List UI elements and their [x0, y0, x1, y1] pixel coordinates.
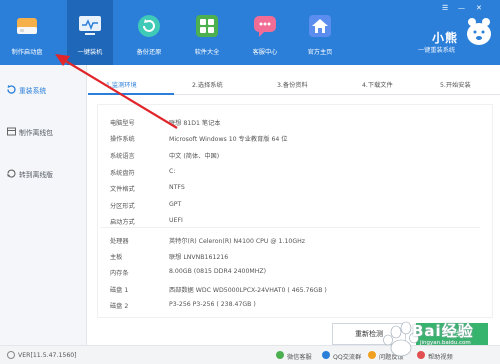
info-value: Microsoft Windows 10 专业教育版 64 位: [169, 136, 288, 143]
step-2: 2.选择系统: [174, 75, 259, 95]
sidebar-item-reinstall[interactable]: 重装系统: [0, 77, 87, 103]
step-4: 4.下载文件: [344, 75, 424, 95]
info-row: 系统盘符 C:: [100, 168, 490, 180]
sidebar-item-label: 重装系统: [19, 87, 47, 95]
nav-one-click-install[interactable]: 一键装机: [67, 0, 113, 65]
info-row: 处理器 英特尔(R) Celeron(R) N4100 CPU @ 1.10GHz: [100, 236, 490, 248]
info-value: 联想 LNVNB161216: [169, 254, 229, 261]
info-value: 英特尔(R) Celeron(R) N4100 CPU @ 1.10GHz: [169, 238, 306, 245]
step-label: 5.开始安装: [440, 82, 471, 89]
nav-label: 官方主页: [307, 49, 333, 56]
sidebar: 重装系统 制作离线包 转到离线版: [0, 65, 87, 345]
step-3: 3.备份资料: [259, 75, 344, 95]
info-row: 文件格式 NTFS: [100, 184, 490, 196]
nav-backup-restore[interactable]: 备份还原: [126, 0, 172, 65]
info-value: GPT: [169, 201, 182, 208]
package-icon: [7, 127, 16, 136]
info-row: 内存条 8.00GB (0815 DDR4 2400MHZ): [100, 268, 490, 280]
progress-steps: 1.监测环境 2.选择系统 3.备份资料 4.下载文件 5.开始安装: [88, 75, 500, 95]
info-value: 联想 81D1 笔记本: [169, 120, 221, 127]
nav-software[interactable]: 软件大全: [184, 0, 230, 65]
info-row: 磁盘 2 P3-256 P3-256 ( 238.47GB ): [100, 301, 490, 313]
step-indicator: [344, 94, 424, 95]
watermark-subtext: jingyan.baidu.com: [420, 340, 471, 346]
info-row: 分区形式 GPT: [100, 201, 490, 213]
info-key: 内存条: [110, 270, 129, 277]
apps-grid-icon: [196, 15, 218, 37]
backup-icon: [138, 15, 160, 37]
step-label: 3.备份资料: [277, 82, 308, 89]
step-indicator: [174, 94, 259, 95]
info-value: C:: [169, 168, 176, 175]
watermark-text: Bai经验: [412, 322, 474, 340]
sidebar-item-label: 转到离线版: [19, 171, 53, 179]
switch-icon: [7, 169, 16, 178]
step-label: 1.监测环境: [106, 82, 137, 89]
brand-subtitle: 一键重装系统: [418, 47, 456, 54]
status-link-wechat[interactable]: 微信客服: [287, 352, 312, 361]
menu-icon[interactable]: ☰: [442, 4, 448, 12]
step-label: 2.选择系统: [192, 82, 223, 89]
info-value: 8.00GB (0815 DDR4 2400MHZ): [169, 268, 267, 275]
home-icon: [309, 15, 331, 37]
nav-label: 制作启动盘: [11, 49, 43, 56]
nav-label: 客服中心: [252, 49, 278, 56]
info-value: 中文 (简体、中国): [169, 153, 220, 160]
bear-logo-icon: [467, 18, 491, 45]
info-row: 操作系统 Microsoft Windows 10 专业教育版 64 位: [100, 134, 490, 146]
version-icon: [7, 351, 15, 359]
usb-drive-icon: [17, 18, 37, 34]
top-navigation-bar: 制作启动盘 一键装机 备份还原 软件大全 客服中心 官方主页 ☰ — ✕ 小熊 …: [0, 0, 500, 65]
section-divider: [100, 227, 480, 228]
nav-make-boot-disk[interactable]: 制作启动盘: [4, 0, 50, 65]
wechat-icon: [276, 351, 284, 359]
step-1: 1.监测环境: [88, 75, 174, 95]
info-key: 系统盘符: [110, 170, 135, 177]
feedback-icon: [368, 351, 376, 359]
monitor-icon: [79, 16, 101, 35]
info-key: 启动方式: [110, 219, 135, 226]
info-row: 系统语言 中文 (简体、中国): [100, 151, 490, 163]
chat-icon: [254, 16, 276, 37]
sidebar-item-offline-version[interactable]: 转到离线版: [0, 161, 87, 187]
step-indicator: [424, 94, 500, 95]
info-key: 处理器: [110, 238, 129, 245]
info-key: 分区形式: [110, 203, 135, 210]
sidebar-item-offline-package[interactable]: 制作离线包: [0, 119, 87, 145]
sidebar-item-label: 制作离线包: [19, 129, 53, 137]
step-label: 4.下载文件: [362, 82, 393, 89]
nav-label: 软件大全: [194, 49, 220, 56]
info-row: 磁盘 1 西部数据 WDC WD5000LPCX-24VHAT0 ( 465.76…: [100, 285, 490, 297]
info-value: P3-256 P3-256 ( 238.47GB ): [169, 301, 256, 308]
info-key: 磁盘 2: [110, 303, 129, 310]
nav-official-home[interactable]: 官方主页: [297, 0, 343, 65]
info-value: 西部数据 WDC WD5000LPCX-24VHAT0 ( 465.76GB ): [169, 287, 327, 294]
info-key: 电脑型号: [110, 120, 135, 127]
info-key: 磁盘 1: [110, 287, 129, 294]
step-5: 5.开始安装: [424, 75, 500, 95]
info-value: UEFI: [169, 217, 183, 224]
info-key: 操作系统: [110, 136, 135, 143]
status-link-qq[interactable]: QQ交流群: [333, 352, 361, 361]
info-key: 主板: [110, 254, 123, 261]
version-text: VER[11.5.47.1560]: [18, 352, 77, 359]
info-row: 电脑型号 联想 81D1 笔记本: [100, 118, 490, 130]
info-value: NTFS: [169, 184, 185, 191]
nav-label: 一键装机: [77, 49, 103, 56]
info-key: 文件格式: [110, 186, 135, 193]
nav-label: 备份还原: [136, 49, 162, 56]
nav-support-center[interactable]: 客服中心: [242, 0, 288, 65]
info-key: 系统语言: [110, 153, 135, 160]
step-indicator: [88, 93, 174, 95]
step-indicator: [259, 94, 344, 95]
info-row: 主板 联想 LNVNB161216: [100, 252, 490, 264]
brand-title: 小熊: [432, 31, 459, 45]
reinstall-icon: [7, 85, 16, 94]
qq-icon: [322, 351, 330, 359]
